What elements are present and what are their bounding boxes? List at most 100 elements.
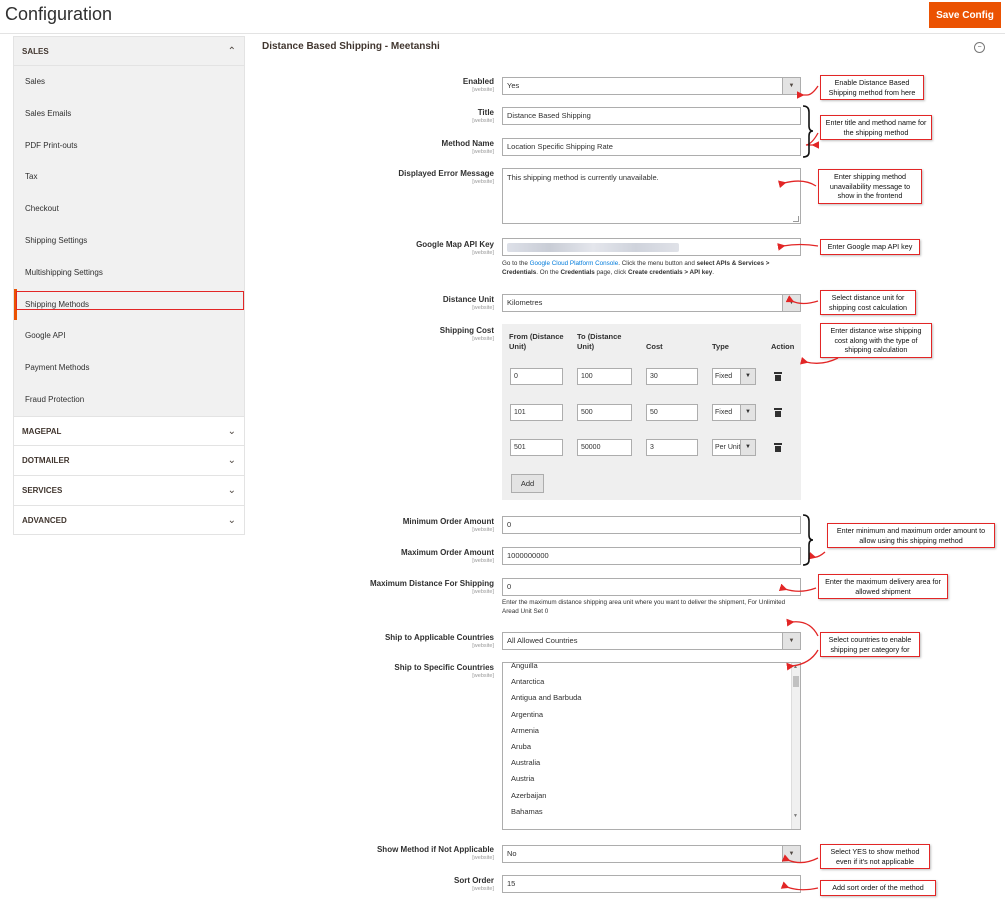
trash-icon[interactable] xyxy=(774,407,782,417)
max-distance-input[interactable]: 0 xyxy=(502,578,801,596)
sidebar-item-pdf-print-outs[interactable]: PDF Print-outs xyxy=(14,130,244,162)
sidebar-section-dotmailer[interactable]: DOTMAILER ⌄ xyxy=(14,445,244,475)
country-option[interactable]: Armenia xyxy=(503,723,791,739)
sidebar-item-shipping-methods[interactable]: Shipping Methods xyxy=(14,288,244,321)
callout-unit: Select distance unit for shipping cost c… xyxy=(820,290,916,315)
show-method-select[interactable]: No ▼ xyxy=(502,845,801,863)
sidebar-section-magepal[interactable]: MAGEPAL ⌄ xyxy=(14,415,244,446)
circle-minus-icon[interactable]: − xyxy=(974,42,985,53)
sidebar-item-label: Multishipping Settings xyxy=(25,267,103,277)
google-cloud-console-link[interactable]: Google Cloud Platform Console xyxy=(530,260,619,267)
max-order-input[interactable]: 1000000000 xyxy=(502,547,801,565)
applicable-countries-select[interactable]: All Allowed Countries ▼ xyxy=(502,632,801,650)
callout-sort: Add sort order of the method xyxy=(820,880,936,896)
api-key-input[interactable] xyxy=(502,238,801,256)
to-distance-input[interactable]: 50000 xyxy=(577,439,632,456)
sidebar-item-google-api[interactable]: Google API xyxy=(14,320,244,352)
cost-input[interactable]: 30 xyxy=(646,368,698,385)
to-distance-input[interactable]: 500 xyxy=(577,403,632,421)
sidebar-item-checkout[interactable]: Checkout xyxy=(14,193,244,225)
caret-down-icon: ▼ xyxy=(740,404,755,420)
group-title[interactable]: Distance Based Shipping - Meetanshi xyxy=(262,41,440,52)
scroll-down-icon[interactable]: ▼ xyxy=(793,813,798,819)
title-input[interactable]: Distance Based Shipping xyxy=(502,107,801,125)
callout-countries: Select countries to enable shipping per … xyxy=(820,632,920,657)
min-order-input[interactable]: 0 xyxy=(502,516,801,534)
min-order-label: Minimum Order Amount [website] xyxy=(402,517,494,533)
caret-down-icon: ▼ xyxy=(740,369,755,384)
to-distance-input[interactable]: 100 xyxy=(577,368,632,385)
caret-down-icon: ▼ xyxy=(740,440,755,455)
country-option[interactable]: Anguilla xyxy=(503,663,791,674)
country-option[interactable]: Australia xyxy=(503,755,791,771)
page-title: Configuration xyxy=(5,4,113,24)
enabled-label: Enabled [website] xyxy=(462,77,494,93)
scrollbar-thumb[interactable] xyxy=(793,676,799,687)
scrollbar[interactable]: ▲ ▼ xyxy=(791,663,800,829)
save-config-button[interactable]: Save Config xyxy=(929,2,1001,28)
sidebar-item-fraud-protection[interactable]: Fraud Protection xyxy=(14,384,244,416)
specific-countries-multiselect[interactable]: Anguilla Antarctica Antigua and Barbuda Arg… xyxy=(502,662,801,830)
country-option[interactable]: Antarctica xyxy=(503,674,791,690)
from-distance-input[interactable]: 0 xyxy=(510,368,563,385)
country-option[interactable]: Bahamas xyxy=(503,804,791,820)
api-key-note: Go to the Google Cloud Platform Console.… xyxy=(502,260,770,276)
sidebar-item-tax[interactable]: Tax xyxy=(14,161,244,193)
callout-enable: Enable Distance Based Shipping method fr… xyxy=(820,75,924,100)
arrow-enable xyxy=(796,85,819,99)
method-name-label: Method Name [website] xyxy=(441,139,494,155)
caret-down-icon: ▼ xyxy=(782,846,800,862)
sidebar-item-sales[interactable]: Sales xyxy=(14,66,244,98)
sort-order-input[interactable]: 15 xyxy=(502,875,801,893)
sidebar-section-services[interactable]: SERVICES ⌄ xyxy=(14,474,244,505)
arrow-cost xyxy=(800,356,839,365)
type-select[interactable]: Fixed ▼ xyxy=(712,368,756,385)
callout-order: Enter minimum and maximum order amount t… xyxy=(827,523,995,548)
scroll-up-icon[interactable]: ▲ xyxy=(793,664,798,670)
type-select[interactable]: Per Unit ▼ xyxy=(712,439,756,456)
sidebar-item-label: Payment Methods xyxy=(25,363,90,373)
enabled-select[interactable]: Yes ▼ xyxy=(502,77,801,95)
sort-order-label: Sort Order [website] xyxy=(453,876,494,892)
shipping-cost-label: Shipping Cost [website] xyxy=(439,326,494,342)
sidebar-item-payment-methods[interactable]: Payment Methods xyxy=(14,352,244,384)
method-name-input[interactable]: Location Specific Shipping Rate xyxy=(502,138,801,156)
type-select[interactable]: Fixed ▼ xyxy=(712,403,756,421)
callout-api: Enter Google map API key xyxy=(820,239,920,255)
resize-handle[interactable] xyxy=(793,216,799,222)
show-method-label: Show Method if Not Applicable [website] xyxy=(376,845,494,861)
callout-error: Enter shipping method unavailability mes… xyxy=(818,169,922,204)
col-header-action: Action xyxy=(771,342,795,351)
country-option[interactable]: Antigua and Barbuda xyxy=(503,690,791,706)
sidebar-section-label: SERVICES xyxy=(22,485,63,495)
max-distance-label: Maximum Distance For Shipping [website] xyxy=(369,579,494,595)
type-select-value: Fixed xyxy=(715,373,733,380)
trash-icon[interactable] xyxy=(774,443,782,452)
country-option[interactable]: Azerbaijan xyxy=(503,788,791,804)
trash-icon[interactable] xyxy=(774,372,782,381)
country-option[interactable]: Aruba xyxy=(503,739,791,755)
col-header-type: Type xyxy=(712,342,729,351)
blurred-api-key xyxy=(507,243,679,252)
api-key-label: Google Map API Key [website] xyxy=(416,240,494,256)
country-option[interactable]: Austria xyxy=(503,771,791,787)
add-row-button[interactable]: Add xyxy=(511,474,544,493)
error-message-textarea[interactable]: This shipping method is currently unavai… xyxy=(502,168,801,224)
sidebar-section-sales[interactable]: SALES ⌃ xyxy=(14,37,244,66)
cost-input[interactable]: 3 xyxy=(646,439,698,456)
sidebar-item-label: Google API xyxy=(25,331,66,341)
distance-unit-select[interactable]: Kilometres ▼ xyxy=(502,294,801,312)
sidebar-item-sales-emails[interactable]: Sales Emails xyxy=(14,98,244,130)
callout-cost: Enter distance wise shipping cost along … xyxy=(820,323,932,358)
sidebar-section-advanced[interactable]: ADVANCED ⌄ xyxy=(14,504,244,535)
cost-input[interactable]: 50 xyxy=(646,403,698,421)
callout-distance: Enter the maximum delivery area for allo… xyxy=(818,574,948,599)
from-distance-input[interactable]: 501 xyxy=(510,439,563,456)
country-option[interactable]: Argentina xyxy=(503,707,791,723)
max-order-label: Maximum Order Amount [website] xyxy=(400,548,494,564)
distance-unit-label: Distance Unit [website] xyxy=(442,295,494,311)
sidebar-item-shipping-settings[interactable]: Shipping Settings xyxy=(14,225,244,257)
from-distance-input[interactable]: 101 xyxy=(510,403,563,421)
sidebar-section-label: DOTMAILER xyxy=(22,456,70,466)
sidebar-item-multishipping-settings[interactable]: Multishipping Settings xyxy=(14,257,244,289)
